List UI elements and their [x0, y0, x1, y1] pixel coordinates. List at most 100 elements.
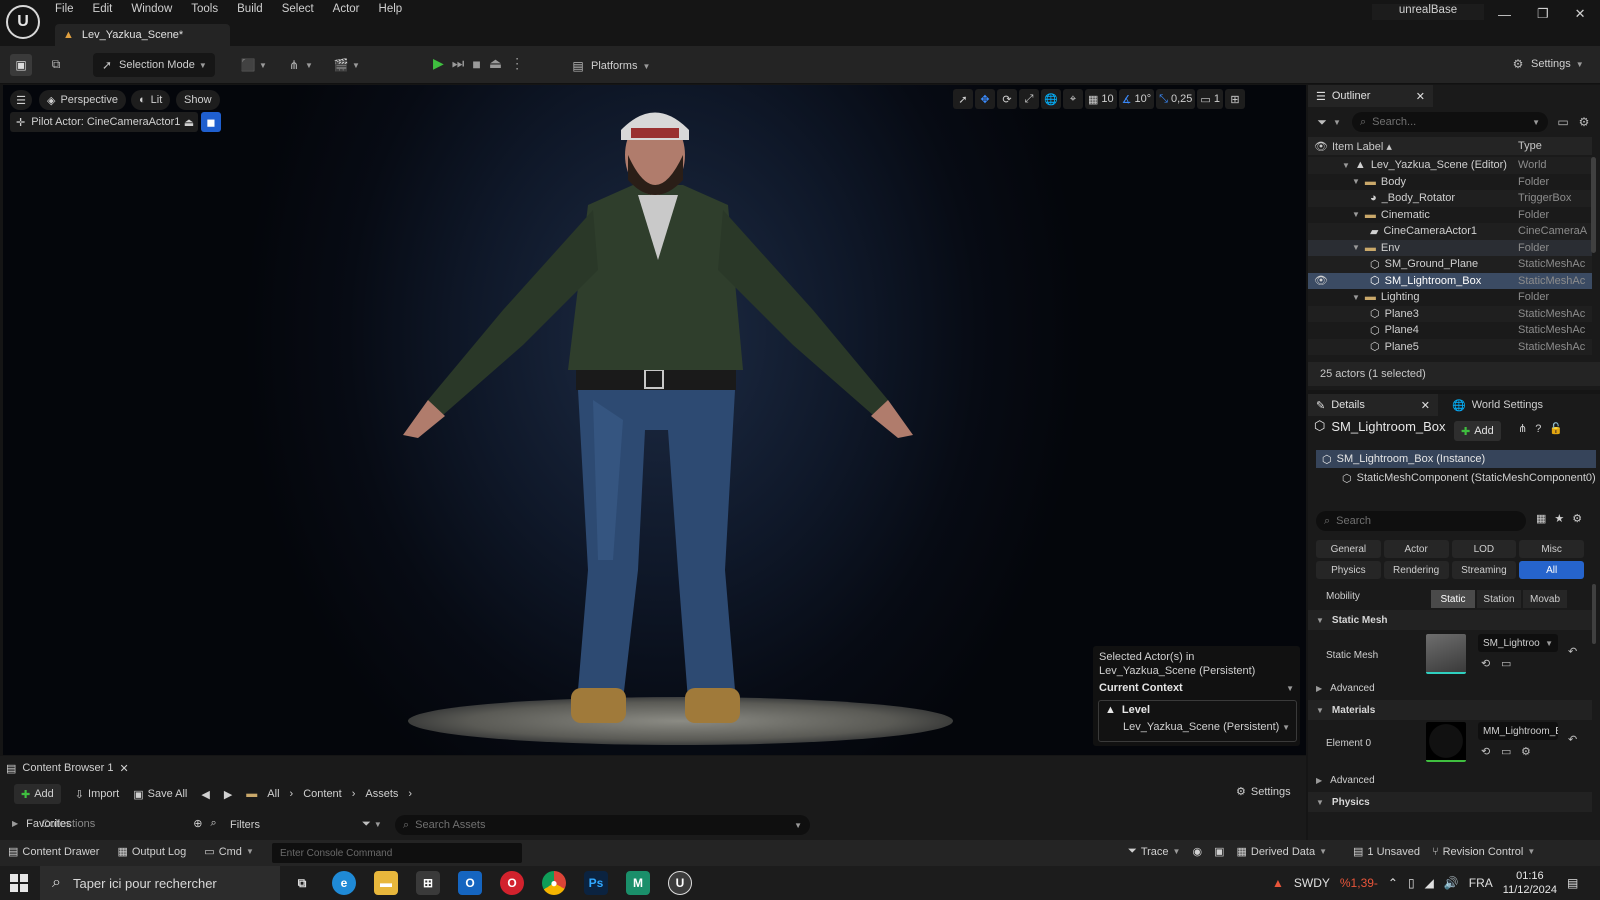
output-log-button[interactable]: ▦ Output Log — [117, 845, 186, 859]
expand-arrow-icon[interactable]: ▼ — [1352, 210, 1360, 219]
materials-section[interactable]: ▼ Materials — [1308, 700, 1592, 720]
eject-pilot-icon[interactable]: ⏏ — [180, 112, 198, 132]
selection-mode-button[interactable]: ➚ Selection Mode ▼ — [93, 53, 215, 77]
menu-build[interactable]: Build — [237, 3, 263, 15]
tree-row[interactable]: ⬡ Plane5 StaticMeshAc — [1308, 338, 1592, 355]
expand-arrow-icon[interactable]: ▼ — [1352, 293, 1360, 302]
menu-window[interactable]: Window — [131, 3, 172, 15]
blueprint-icon[interactable]: ⋔ — [1518, 422, 1527, 435]
chrome-icon[interactable]: ● — [542, 871, 566, 895]
add-folder-icon[interactable]: ▭ — [1555, 114, 1571, 130]
outliner-filter-button[interactable]: ⏷ ▼ — [1314, 112, 1354, 132]
advanced-row[interactable]: ▶ Advanced — [1308, 770, 1592, 790]
import-button[interactable]: ⇩ Import — [75, 788, 119, 801]
photoshop-icon[interactable]: Ps — [584, 871, 608, 895]
rotation-snap-button[interactable]: ∡ 10° — [1118, 89, 1155, 109]
cb-settings-button[interactable]: ⚙ Settings — [1236, 785, 1291, 799]
static-mesh-section[interactable]: ▼ Static Mesh — [1308, 610, 1592, 630]
menu-file[interactable]: File — [55, 3, 74, 15]
select-tool-icon[interactable]: ➚ — [953, 89, 973, 109]
rotate-tool-icon[interactable]: ⟳ — [997, 89, 1017, 109]
unreal-logo-icon[interactable]: U — [6, 5, 40, 39]
platforms-button[interactable]: ▤ Platforms ▼ — [570, 55, 650, 77]
mobility-static[interactable]: Static — [1431, 590, 1475, 608]
visibility-eye-icon[interactable]: 👁 — [1314, 274, 1328, 287]
menu-actor[interactable]: Actor — [333, 3, 360, 15]
filter-general[interactable]: General — [1316, 540, 1381, 558]
tree-row[interactable]: ▼ ▬ Body Folder — [1308, 174, 1592, 191]
context-level-box[interactable]: ▲ Level Lev_Yazkua_Scene (Persistent) ▼ — [1098, 700, 1297, 742]
network-icon[interactable]: ◢ — [1425, 876, 1434, 890]
mobility-movable[interactable]: Movab — [1523, 590, 1567, 608]
eject-icon[interactable]: ⏏ — [489, 55, 502, 72]
unreal-taskbar-icon[interactable]: U — [668, 871, 692, 895]
close-tab-icon[interactable]: ✕ — [1416, 90, 1425, 103]
lit-button[interactable]: ◐ Lit — [131, 90, 171, 110]
outliner-settings-icon[interactable]: ⚙ — [1576, 114, 1592, 130]
level-document-tab[interactable]: ▲ Lev_Yazkua_Scene* — [55, 24, 230, 46]
content-drawer-button[interactable]: ▤ Content Drawer — [8, 845, 99, 859]
pilot-camera-icon[interactable]: ◼ — [201, 112, 221, 132]
grid-snap-button[interactable]: ▦ 10 — [1085, 89, 1117, 109]
tree-row[interactable]: ⬡ SM_Ground_Plane StaticMeshAc — [1308, 256, 1592, 273]
filter-all[interactable]: All — [1519, 561, 1584, 579]
cb-search-input[interactable]: ⌕ Search Assets ▼ — [395, 815, 810, 835]
screenshot-icon[interactable]: ▣ — [1214, 845, 1224, 858]
scale-tool-icon[interactable]: ⤢ — [1019, 89, 1039, 109]
filter-streaming[interactable]: Streaming — [1451, 561, 1517, 579]
blueprint-button[interactable]: ⋔ ▼ — [286, 57, 313, 73]
component-row[interactable]: ⬡ StaticMeshComponent (StaticMeshCompone… — [1342, 469, 1596, 487]
unsaved-button[interactable]: ▤ 1 Unsaved — [1353, 845, 1420, 859]
edge-icon[interactable]: e — [332, 871, 356, 895]
tree-row[interactable]: ▼ ▲ Lev_Yazkua_Scene (Editor) World — [1308, 157, 1592, 174]
filter-physics[interactable]: Physics — [1316, 561, 1381, 579]
use-selected-icon[interactable]: ⟲ — [1481, 745, 1490, 758]
material-combo[interactable]: MM_Lightroom_Bo — [1478, 722, 1558, 740]
outliner-scrollbar[interactable] — [1591, 157, 1596, 253]
add-collection-icon[interactable]: ⊕ — [193, 817, 202, 830]
browse-asset-icon[interactable]: ▭ — [1501, 657, 1511, 670]
ticker-label[interactable]: SWDY — [1294, 876, 1330, 890]
console-input[interactable]: Enter Console Command — [272, 843, 522, 863]
reset-icon[interactable]: ↶ — [1568, 733, 1577, 746]
add-component-button[interactable]: ✚ Add — [1454, 421, 1501, 441]
gear-icon[interactable]: ⚙ — [1572, 512, 1582, 525]
use-selected-icon[interactable]: ⟲ — [1481, 657, 1490, 670]
outliner-search-input[interactable]: ⌕ Search... ▼ — [1352, 112, 1548, 132]
breadcrumb-assets[interactable]: Assets — [365, 788, 398, 800]
tree-row[interactable]: ▼ ▬ Cinematic Folder — [1308, 207, 1592, 224]
expand-arrow-icon[interactable]: ▼ — [1352, 177, 1360, 186]
tree-row-selected[interactable]: 👁 ⬡ SM_Lightroom_Box StaticMeshAc — [1308, 272, 1592, 289]
volume-icon[interactable]: 🔊 — [1444, 876, 1459, 890]
derived-data-button[interactable]: ▦ Derived Data ▼ — [1236, 845, 1327, 859]
browse-content-icon[interactable]: ⧉ — [48, 56, 64, 72]
physics-section[interactable]: ▼ Physics — [1308, 792, 1592, 812]
history-back-icon[interactable]: ◀ — [201, 788, 209, 801]
taskbar-clock[interactable]: 01:16 11/12/2024 — [1503, 869, 1557, 897]
windows-start-icon[interactable] — [10, 874, 28, 892]
star-icon[interactable]: ★ — [1554, 512, 1564, 525]
expand-arrow-icon[interactable]: ▼ — [1342, 161, 1350, 170]
world-settings-tab[interactable]: 🌐 World Settings — [1444, 394, 1564, 416]
viewport-layout-icon[interactable]: ⊞ — [1224, 89, 1245, 109]
show-button[interactable]: Show — [176, 90, 220, 110]
tree-row[interactable]: ⬡ Plane3 StaticMeshAc — [1308, 305, 1592, 322]
lock-icon[interactable]: 🔓 — [1549, 422, 1563, 435]
close-tab-icon[interactable]: ✕ — [1421, 399, 1430, 412]
taskbar-search[interactable]: ⌕ Taper ici pour rechercher — [40, 866, 280, 900]
play-icon[interactable]: ▶ — [433, 55, 444, 72]
surface-snap-icon[interactable]: ⌖ — [1063, 89, 1083, 109]
search-icon[interactable]: ⌕ — [210, 817, 216, 830]
record-icon[interactable]: ◉ — [1192, 845, 1202, 858]
world-space-icon[interactable]: 🌐 — [1041, 89, 1061, 109]
breadcrumb-content[interactable]: Content — [303, 788, 342, 800]
table-view-icon[interactable]: ▦ — [1536, 512, 1546, 525]
minimize-icon[interactable]: — — [1498, 7, 1511, 22]
viewport-menu-icon[interactable]: ☰ — [10, 90, 32, 110]
perspective-button[interactable]: ◈ Perspective — [39, 90, 126, 110]
breadcrumb-all[interactable]: All — [267, 788, 279, 800]
cmd-button[interactable]: ▭ Cmd ▼ — [204, 845, 254, 859]
tree-row[interactable]: ▼ ▬ Lighting Folder — [1308, 289, 1592, 306]
language-label[interactable]: FRA — [1469, 876, 1493, 890]
cb-filter-button[interactable]: ⏷ ▼ — [362, 818, 382, 831]
